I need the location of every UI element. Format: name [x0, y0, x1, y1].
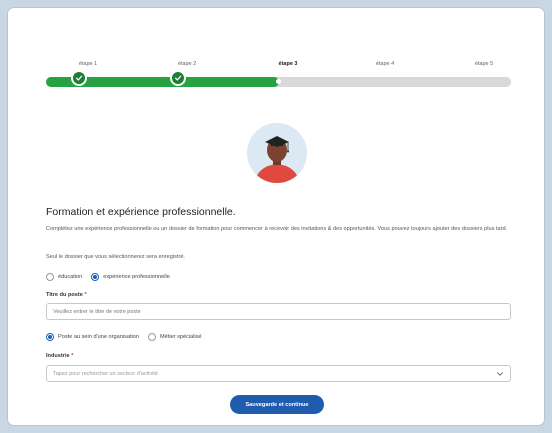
step-1-check-icon	[71, 70, 87, 86]
required-mark: *	[71, 353, 74, 359]
step-label-1: étape 1	[78, 61, 98, 67]
radio-experience-label: expérience professionnelle	[103, 274, 170, 280]
save-and-continue-button[interactable]: Sauvegarde et continue	[230, 395, 324, 414]
radio-specialized-trade-label: Métier spécialisé	[160, 334, 202, 340]
required-mark: *	[84, 292, 87, 298]
job-title-input[interactable]	[46, 303, 511, 320]
radio-specialized-trade-indicator[interactable]	[148, 333, 156, 341]
stepper-labels: étape 1 étape 2 étape 3 étape 4 étape 5	[46, 61, 522, 71]
radio-organization-post-label: Poste au sein d'une organisation	[58, 334, 139, 340]
chevron-down-icon[interactable]	[496, 370, 504, 378]
step-label-4: étape 4	[375, 61, 395, 67]
graduate-avatar-icon	[244, 120, 310, 186]
radio-education-label: éducation	[58, 274, 83, 280]
radio-education-indicator[interactable]	[46, 273, 54, 281]
step-2-check-icon	[170, 70, 186, 86]
job-title-label: Titre du poste *	[46, 292, 87, 298]
radio-organization-post[interactable]: Poste au sein d'une organisation	[46, 333, 139, 341]
job-title-label-text: Titre du poste	[46, 292, 83, 298]
form-description: Complétez une expérience professionnelle…	[46, 226, 508, 232]
step-label-3: étape 3	[278, 61, 298, 67]
job-type-radio-group: Poste au sein d'une organisation Métier …	[46, 333, 211, 341]
current-step-dot	[276, 79, 281, 84]
step-label-2: étape 2	[177, 61, 197, 67]
app-window: étape 1 étape 2 étape 3 étape 4 étape 5	[8, 8, 544, 425]
industry-label: Industrie *	[46, 353, 73, 359]
form-note: Seul le dossier que vous sélectionnerez …	[46, 254, 185, 260]
radio-experience[interactable]: expérience professionnelle	[91, 273, 170, 281]
radio-organization-post-indicator[interactable]	[46, 333, 54, 341]
record-type-radio-group: éducation expérience professionnelle	[46, 273, 179, 281]
industry-placeholder: Tapez pour rechercher un secteur d'activ…	[53, 371, 158, 377]
page-title: Formation et expérience professionnelle.	[46, 206, 236, 218]
industry-label-text: Industrie	[46, 353, 70, 359]
radio-experience-indicator[interactable]	[91, 273, 100, 281]
radio-education[interactable]: éducation	[46, 273, 82, 281]
step-label-5: étape 5	[474, 61, 494, 67]
radio-specialized-trade[interactable]: Métier spécialisé	[148, 333, 202, 341]
industry-select[interactable]: Tapez pour rechercher un secteur d'activ…	[46, 365, 511, 382]
